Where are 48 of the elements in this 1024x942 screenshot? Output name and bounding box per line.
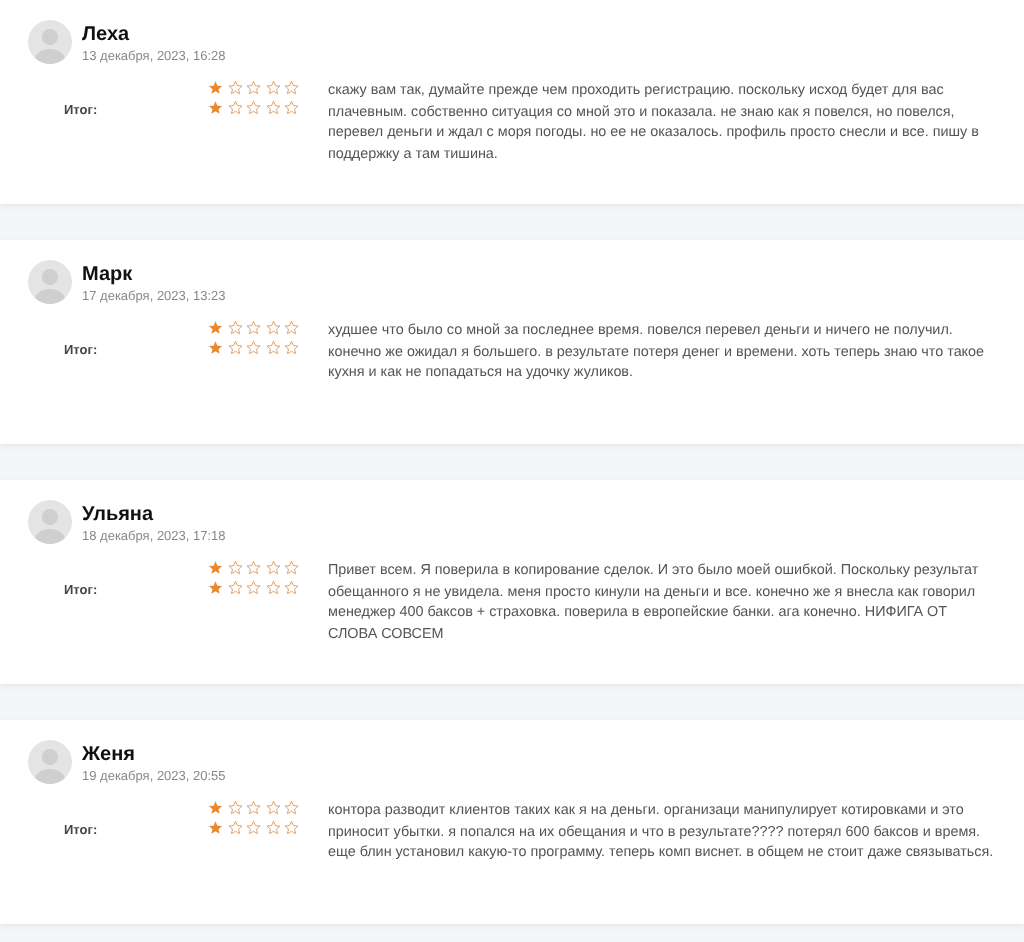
empty-star-icon (246, 80, 261, 95)
empty-star-icon (265, 339, 280, 354)
filled-star-icon (208, 320, 223, 335)
empty-star-icon (246, 560, 261, 575)
filled-star-icon (208, 800, 223, 815)
empty-star-icon (227, 80, 242, 95)
empty-star-icon (284, 339, 299, 354)
avatar-icon (28, 20, 72, 64)
author-name: Женя (82, 744, 137, 766)
empty-star-icon (284, 80, 299, 95)
empty-star-icon (284, 320, 299, 335)
empty-star-icon (246, 320, 261, 335)
empty-star-icon (246, 579, 261, 594)
empty-star-icon (227, 320, 242, 335)
author-name: Марк (82, 264, 135, 286)
author-name: Ульяна (82, 504, 156, 526)
empty-star-icon (246, 339, 261, 354)
empty-star-icon (246, 800, 261, 815)
filled-star-icon (208, 80, 223, 95)
empty-star-icon (227, 99, 242, 114)
filled-star-icon (208, 339, 223, 354)
empty-star-icon (246, 99, 261, 114)
empty-star-icon (265, 800, 280, 815)
empty-star-icon (227, 560, 242, 575)
filled-star-icon (208, 560, 223, 575)
empty-star-icon (265, 320, 280, 335)
avatar-icon (28, 500, 72, 544)
empty-star-icon (265, 560, 280, 575)
empty-star-icon (227, 819, 242, 834)
author-name: Леха (82, 24, 132, 46)
filled-star-icon (208, 99, 223, 114)
filled-star-icon (208, 579, 223, 594)
empty-star-icon (227, 579, 242, 594)
empty-star-icon (284, 560, 299, 575)
empty-star-icon (284, 99, 299, 114)
empty-star-icon (265, 579, 280, 594)
empty-star-icon (284, 579, 299, 594)
empty-star-icon (284, 800, 299, 815)
avatar-icon (28, 260, 72, 304)
empty-star-icon (284, 819, 299, 834)
empty-star-icon (265, 80, 280, 95)
empty-star-icon (227, 339, 242, 354)
empty-star-icon (265, 99, 280, 114)
filled-star-icon (208, 819, 223, 834)
empty-star-icon (227, 800, 242, 815)
empty-star-icon (246, 819, 261, 834)
empty-star-icon (265, 819, 280, 834)
avatar-icon (28, 740, 72, 784)
